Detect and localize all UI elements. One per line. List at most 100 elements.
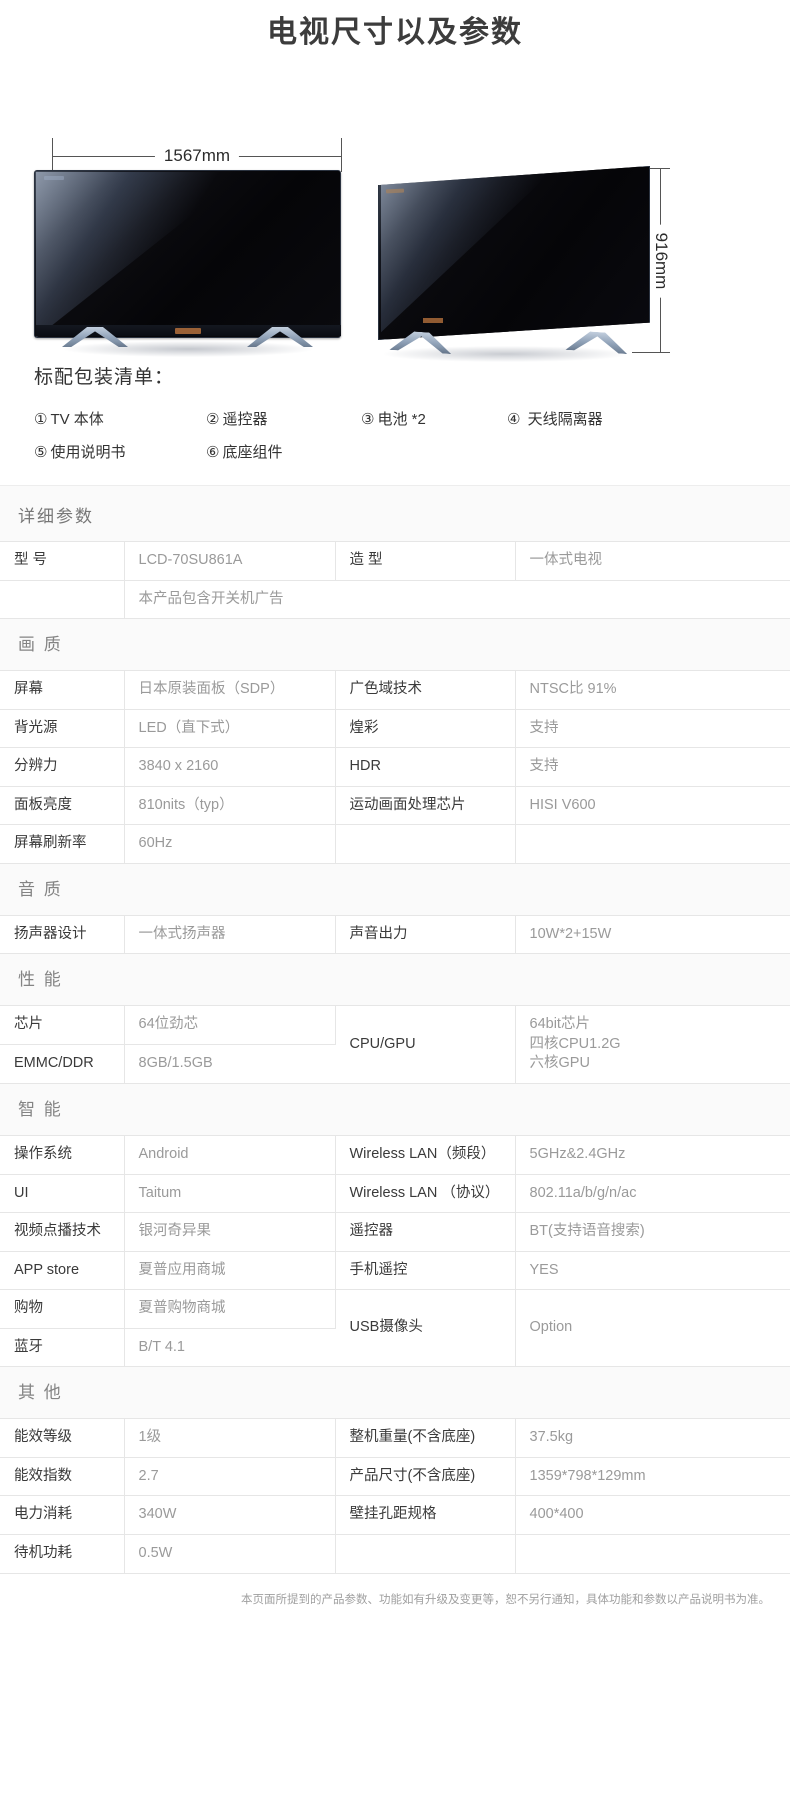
spec-section-row: 智 能 — [0, 1083, 790, 1136]
tv-front-logo — [44, 176, 64, 180]
packing-item-label: 底座组件 — [222, 444, 283, 461]
spec-key-cell: 壁挂孔距规格 — [335, 1495, 516, 1535]
packing-item-number: ⑤ — [34, 444, 48, 461]
spec-section-label: 其 他 — [0, 1366, 790, 1419]
spec-value-cell — [515, 824, 790, 864]
packing-list-row: ① TV 本体 ② 遥控器 ③ 电池 *2 ④ 天线隔离器 — [34, 408, 790, 429]
spec-value-cell: 支持 — [515, 747, 790, 787]
packing-item: ⑥ 底座组件 — [206, 441, 282, 462]
spec-table-row: 屏幕刷新率 60Hz — [0, 824, 790, 864]
tv-dimension-diagram: 1567mm 916mm — [0, 56, 790, 362]
spec-value-cell: LCD-70SU861A — [124, 541, 336, 581]
spec-value-cell: 一体式扬声器 — [124, 914, 336, 954]
spec-value-cell: 10W*2+15W — [515, 914, 790, 954]
spec-value-cell: HISI V600 — [515, 785, 790, 825]
tv-angled-logo — [385, 188, 405, 194]
spec-key-cell: 蓝牙 — [0, 1327, 125, 1367]
spec-key-cell: APP store — [0, 1250, 125, 1290]
width-tick-right — [341, 138, 342, 172]
spec-value-cell: 1级 — [124, 1418, 336, 1458]
spec-section-row: 性 能 — [0, 953, 790, 1006]
spec-value-cell: B/T 4.1 — [124, 1327, 335, 1367]
spec-key-cell: 产品尺寸(不含底座) — [335, 1456, 516, 1496]
spec-key-cell: 芯片 — [0, 1005, 125, 1045]
packing-item-label: 天线隔离器 — [527, 411, 603, 428]
spec-key-cell: HDR — [335, 747, 516, 787]
spec-table-row: 屏幕 日本原装面板（SDP） 广色域技术 NTSC比 91% — [0, 670, 790, 710]
spec-key-cell: 煌彩 — [335, 708, 516, 748]
spec-table-row: 扬声器设计 一体式扬声器 声音出力 10W*2+15W — [0, 914, 790, 954]
spec-key-cell: 能效指数 — [0, 1456, 125, 1496]
height-tick-bottom — [632, 352, 670, 353]
spec-value-cell: 1359*798*129mm — [515, 1456, 790, 1496]
spec-key-cell: 视频点播技术 — [0, 1212, 125, 1252]
spec-table-row: 面板亮度 810nits（typ） 运动画面处理芯片 HISI V600 — [0, 785, 790, 825]
spec-table-row: 操作系统 Android Wireless LAN（频段） 5GHz&2.4GHz — [0, 1134, 790, 1174]
spec-value-cell: 810nits（typ） — [124, 785, 336, 825]
spec-value-cell: 400*400 — [515, 1495, 790, 1535]
packing-item-number: ③ — [361, 411, 375, 428]
spec-table-row: 待机功耗 0.5W — [0, 1533, 790, 1573]
spec-value-cell: 60Hz — [124, 824, 336, 864]
packing-item-label: 电池 *2 — [377, 411, 426, 428]
spec-key-cell: 分辨力 — [0, 747, 125, 787]
spec-value-cell: LED（直下式） — [124, 708, 336, 748]
tv-angled-screen — [378, 166, 650, 340]
spec-section-row: 其 他 — [0, 1366, 790, 1419]
spec-table-row: 购物 夏普购物商城 USB摄像头 Option — [0, 1289, 790, 1367]
spec-key-cell — [0, 579, 125, 619]
spec-value-cell: NTSC比 91% — [515, 670, 790, 710]
spec-section-row: 画 质 — [0, 618, 790, 671]
packing-list: 标配包装清单： ① TV 本体 ② 遥控器 ③ 电池 *2 ④ 天线隔离器 ⑤ 使用说明… — [0, 362, 790, 462]
spec-table: 型 号 LCD-70SU861A 造 型一体式电视 本产品包含开关机广告画 质屏幕 日本… — [0, 541, 790, 1573]
packing-item: ② 遥控器 — [206, 408, 361, 429]
spec-section-label: 性 能 — [0, 953, 790, 1006]
packing-item: ① TV 本体 — [34, 408, 206, 429]
spec-table-row: 本产品包含开关机广告 — [0, 579, 790, 619]
tv-angled-glare — [381, 171, 553, 333]
spec-key-cell: 屏幕刷新率 — [0, 824, 125, 864]
page-title: 电视尺寸以及参数 — [267, 16, 523, 49]
spec-value-cell — [515, 1533, 790, 1573]
spec-value-cell: 37.5kg — [515, 1418, 790, 1458]
packing-item-label: 使用说明书 — [50, 444, 126, 461]
spec-table-row: UI Taitum Wireless LAN （协议） 802.11a/b/g/n/a… — [0, 1173, 790, 1213]
tv-front-badge — [174, 328, 201, 334]
spec-key-cell: 遥控器 — [335, 1212, 516, 1252]
spec-value-cell: 8GB/1.5GB — [124, 1044, 335, 1084]
spec-section-label: 智 能 — [0, 1083, 790, 1136]
spec-key-cell: UI — [0, 1173, 125, 1213]
spec-table-row: 能效等级 1级 整机重量(不含底座) 37.5kg — [0, 1418, 790, 1458]
spec-key-cell: 声音出力 — [335, 914, 516, 954]
spec-key-cell: 屏幕 — [0, 670, 125, 710]
spec-key-cell: 广色域技术 — [335, 670, 516, 710]
spec-value-cell: 2.7 — [124, 1456, 336, 1496]
spec-value-cell: Android — [124, 1134, 336, 1174]
spec-key-cell: 手机遥控 — [335, 1250, 516, 1290]
spec-key-cell: Wireless LAN （协议） — [335, 1173, 516, 1213]
spec-key-cell — [335, 824, 516, 864]
spec-key-cell: 背光源 — [0, 708, 125, 748]
packing-item-label: TV 本体 — [50, 411, 104, 428]
spec-value-cell: BT(支持语音搜索) — [515, 1212, 790, 1252]
spec-key-cell: 操作系统 — [0, 1134, 125, 1174]
spec-value-cell: 5GHz&2.4GHz — [515, 1134, 790, 1174]
spec-key-cell: 电力消耗 — [0, 1495, 125, 1535]
spec-key-cell: 整机重量(不含底座) — [335, 1418, 516, 1458]
spec-table-row: 能效指数 2.7 产品尺寸(不含底座) 1359*798*129mm — [0, 1456, 790, 1496]
tv-front-glare — [36, 172, 246, 338]
spec-key-cell: 面板亮度 — [0, 785, 125, 825]
spec-value-cell: 夏普购物商城 — [124, 1289, 336, 1329]
height-dimension-label: 916mm — [650, 224, 672, 297]
spec-heading: 详细参数 — [0, 486, 790, 541]
packing-list-row: ⑤ 使用说明书 ⑥ 底座组件 — [34, 441, 790, 462]
spec-key-cell: 扬声器设计 — [0, 914, 125, 954]
spec-key-cell: 购物 — [0, 1289, 125, 1329]
spec-section: 详细参数 型 号 LCD-70SU861A 造 型一体式电视 本产品包含开关机广告画 … — [0, 485, 790, 1609]
spec-table-row: 芯片 64位劲芯 CPU/GPU 64bit芯片 四核CPU1.2G 六核GPU — [0, 1005, 790, 1084]
spec-value-cell: 夏普应用商城 — [124, 1250, 336, 1290]
spec-value-cell: 0.5W — [124, 1533, 336, 1573]
width-dimension: 1567mm — [52, 138, 342, 172]
spec-value-cell: 日本原装面板（SDP） — [124, 670, 336, 710]
spec-section-label: 画 质 — [0, 618, 790, 671]
